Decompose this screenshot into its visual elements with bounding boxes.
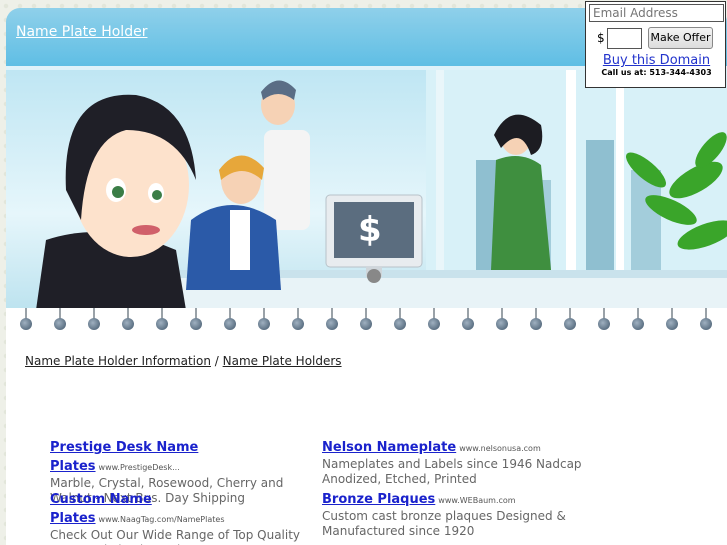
office-scene-image	[36, 70, 727, 310]
hero-illustration: $	[6, 70, 727, 310]
spiral-ring	[224, 308, 236, 332]
ad-description: Custom cast bronze plaques Designed & Ma…	[322, 509, 566, 538]
spiral-ring	[530, 308, 542, 332]
main-content: Name Plate Holder Information / Name Pla…	[6, 336, 727, 545]
domain-offer-box: $ Make Offer Buy this Domain Call us at:…	[585, 1, 726, 88]
monitor-dollar-icon: $	[358, 210, 382, 250]
spiral-ring	[700, 308, 712, 332]
offer-amount-input[interactable]	[607, 28, 642, 49]
site-frame: Name Plate Holder $ Name Plate Holder In…	[6, 8, 727, 545]
spiral-ring	[20, 308, 32, 332]
spiral-ring	[360, 308, 372, 332]
breadcrumb: Name Plate Holder Information / Name Pla…	[25, 354, 342, 368]
breadcrumb-current-link[interactable]: Name Plate Holders	[223, 354, 342, 368]
spiral-binding	[6, 308, 727, 336]
breadcrumb-separator: /	[210, 354, 223, 368]
spiral-ring	[326, 308, 338, 332]
spiral-ring	[258, 308, 270, 332]
spiral-ring	[462, 308, 474, 332]
ad-url: www.PrestigeDesk...	[98, 463, 180, 472]
spiral-ring	[190, 308, 202, 332]
spiral-ring	[496, 308, 508, 332]
spiral-ring	[632, 308, 644, 332]
site-title-link[interactable]: Name Plate Holder	[16, 24, 147, 40]
spiral-ring	[666, 308, 678, 332]
ad-url: www.NaagTag.com/NamePlates	[98, 515, 225, 524]
ad-title-link[interactable]: Bronze Plaques	[322, 492, 435, 507]
spiral-ring	[598, 308, 610, 332]
spiral-ring	[122, 308, 134, 332]
spiral-ring	[428, 308, 440, 332]
spiral-ring	[564, 308, 576, 332]
email-field[interactable]	[589, 4, 724, 22]
spiral-ring	[54, 308, 66, 332]
buy-domain-link[interactable]: Buy this Domain	[586, 53, 727, 68]
make-offer-button[interactable]: Make Offer	[648, 27, 713, 49]
breadcrumb-parent-link[interactable]: Name Plate Holder Information	[25, 354, 211, 368]
spiral-ring	[88, 308, 100, 332]
currency-label: $	[597, 31, 605, 45]
ad-url: www.nelsonusa.com	[459, 444, 541, 453]
spiral-ring	[394, 308, 406, 332]
spiral-ring	[292, 308, 304, 332]
ad-item[interactable]: Bronze Plaques www.WEBaum.com Custom cast…	[322, 488, 584, 539]
phone-text: Call us at: 513-344-4303	[601, 68, 712, 77]
ad-title-link[interactable]: Nelson Nameplate	[322, 440, 456, 455]
ad-description: Check Out Our Wide Range of Top Quality …	[50, 528, 301, 545]
spiral-ring	[156, 308, 168, 332]
ad-item[interactable]: Nelson Nameplate www.nelsonusa.com Namepl…	[322, 436, 584, 487]
ad-url: www.WEBaum.com	[438, 496, 516, 505]
ad-item[interactable]: Custom Name Plates www.NaagTag.com/NamePl…	[50, 488, 312, 545]
ad-description: Nameplates and Labels since 1946 Nadcap …	[322, 457, 582, 486]
